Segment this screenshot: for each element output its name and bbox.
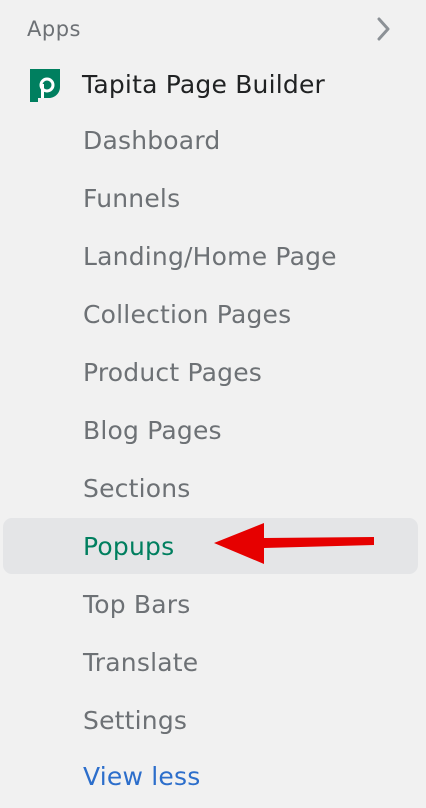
chevron-right-icon[interactable] bbox=[373, 15, 395, 43]
nav-item-dashboard[interactable]: Dashboard bbox=[83, 114, 220, 166]
nav-item-settings[interactable]: Settings bbox=[83, 694, 187, 746]
red-arrow-left-icon bbox=[214, 523, 374, 564]
app-tapita-page-builder[interactable]: Tapita Page Builder bbox=[27, 62, 325, 106]
nav-item-blog-pages[interactable]: Blog Pages bbox=[83, 404, 222, 456]
tapita-logo-icon bbox=[30, 69, 60, 102]
nav-item-sections[interactable]: Sections bbox=[83, 462, 191, 514]
nav-item-popups[interactable]: Popups bbox=[83, 520, 174, 572]
view-less-link[interactable]: View less bbox=[83, 750, 200, 802]
nav-item-product-pages[interactable]: Product Pages bbox=[83, 346, 262, 398]
nav-item-top-bars[interactable]: Top Bars bbox=[83, 578, 191, 630]
app-title: Tapita Page Builder bbox=[82, 69, 326, 99]
nav-item-translate[interactable]: Translate bbox=[83, 636, 198, 688]
nav-item-collection-pages[interactable]: Collection Pages bbox=[83, 288, 291, 340]
nav-item-landing-home-page[interactable]: Landing/Home Page bbox=[83, 230, 337, 282]
app-sidebar: Apps Tapita Page Builder Dashboard Funne… bbox=[0, 0, 426, 808]
apps-section-label: Apps bbox=[27, 17, 81, 41]
nav-item-funnels[interactable]: Funnels bbox=[83, 172, 180, 224]
apps-section-header[interactable]: Apps bbox=[27, 12, 399, 46]
